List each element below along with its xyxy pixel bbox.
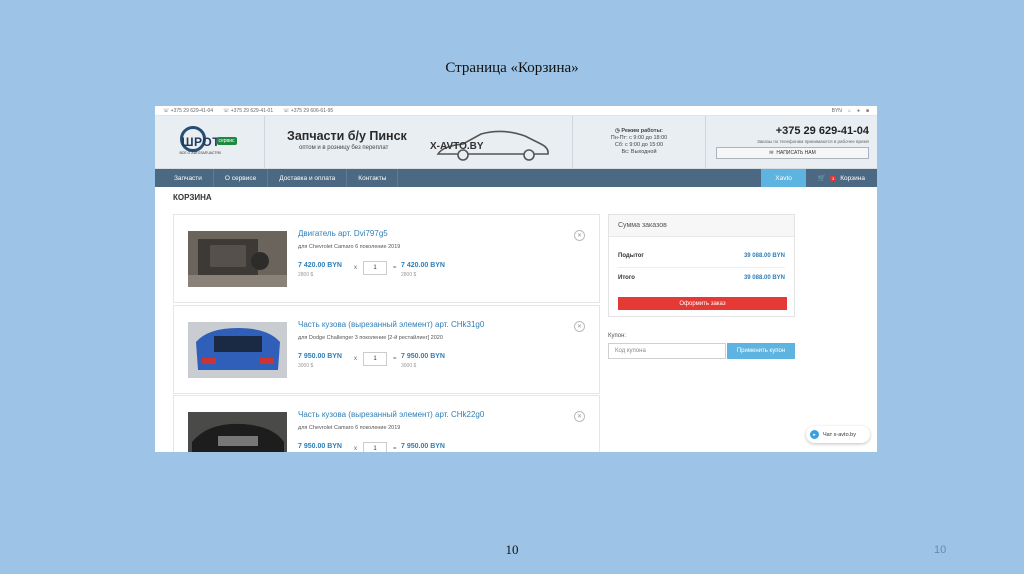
equals-sign: = (393, 446, 397, 452)
header-banner: Запчасти б/у Пинск оптом и в розницу без… (265, 116, 573, 168)
phone-icon: ☏ (223, 107, 231, 114)
item-name-link[interactable]: Часть кузова (вырезанный элемент) арт. C… (298, 410, 484, 419)
header-contact: +375 29 629-41-04 Заказы по телефонам пр… (706, 116, 877, 168)
item-price: 7 950.00 BYN (298, 443, 342, 450)
banner-subtitle: оптом и в розницу без переплат (299, 145, 389, 151)
cart-item: Часть кузова (вырезанный элемент) арт. C… (173, 395, 600, 452)
quantity-input[interactable]: 1 (363, 261, 387, 275)
phone-link-3[interactable]: ☏ +375 29 606-61-95 (283, 108, 333, 114)
logo-badge: сервис (216, 137, 237, 145)
coupon-label: Купон: (608, 333, 627, 339)
cart-icon: 🛒 (817, 175, 826, 182)
coupon-input[interactable]: Код купона (608, 343, 726, 359)
item-total-usd: 3000 $ (401, 363, 417, 369)
phone-icon: ☏ (283, 107, 291, 114)
nav-cart-button[interactable]: 🛒 3 Корзина (806, 169, 877, 187)
subtotal-value: 39 088.00 BYN (743, 253, 785, 259)
chat-widget-button[interactable]: ▸ Чат x-avto.by (806, 426, 870, 443)
cart-label: Корзина (840, 174, 865, 182)
equals-sign: = (393, 265, 397, 271)
hours-line: Пн-Пт: с 9:00 до 18:00 (610, 135, 668, 141)
slide-number: 10 (505, 542, 519, 557)
checkout-button[interactable]: Оформить заказ (618, 297, 787, 310)
equals-sign: = (393, 356, 397, 362)
phone-link-1[interactable]: ☏ +375 29 629-41-04 (163, 108, 213, 114)
chat-label: Чат x-avto.by (823, 431, 856, 438)
remove-item-icon[interactable]: ✕ (574, 411, 585, 422)
multiply-sign: x (354, 265, 357, 271)
working-hours: ◷ Режим работы: Пн-Пт: с 9:00 до 18:00 С… (573, 116, 706, 168)
top-contact-bar: ☏ +375 29 629-41-04 ☏ +375 29 629-41-01 … (155, 106, 877, 116)
logo-subtitle: ВСЕ О АВТОЗАПЧАСТЯХ (179, 151, 222, 155)
main-nav: Запчасти О сервисе Доставка и оплата Кон… (155, 169, 877, 187)
total-label: Итого (618, 275, 635, 281)
phone-icon: ☏ (163, 107, 171, 114)
item-price: 7 420.00 BYN (298, 262, 342, 269)
apply-coupon-button[interactable]: Применить купон (727, 343, 795, 359)
logo-link[interactable]: ШРОТ сервис ВСЕ О АВТОЗАПЧАСТЯХ (155, 116, 265, 168)
remove-item-icon[interactable]: ✕ (574, 321, 585, 332)
header-phone[interactable]: +375 29 629-41-04 (776, 125, 869, 137)
subtotal-label: Подытог (618, 253, 644, 259)
item-price: 7 950.00 BYN (298, 353, 342, 360)
summary-divider (618, 267, 785, 268)
hours-title: ◷ Режим работы: (615, 128, 663, 134)
nav-item-parts[interactable]: Запчасти (163, 169, 214, 187)
nav-xavto-button[interactable]: Xavto (761, 169, 806, 187)
subtotal-row: Подытог 39 088.00 BYN (618, 253, 785, 259)
banner-brand: X-AVTO.BY (430, 141, 484, 152)
site-header: ШРОТ сервис ВСЕ О АВТОЗАПЧАСТЯХ Запчасти… (155, 116, 877, 169)
user-icon[interactable]: ● (857, 108, 860, 114)
item-name-link[interactable]: Двигатель арт. Dvi797g5 (298, 229, 388, 238)
cart-item: Часть кузова (вырезанный элемент) арт. C… (173, 305, 600, 394)
item-total: 7 420.00 BYN (401, 262, 445, 269)
item-total: 7 950.00 BYN (401, 353, 445, 360)
envelope-icon: ✉ (769, 150, 774, 156)
nav-item-delivery[interactable]: Доставка и оплата (268, 169, 348, 187)
chat-icon: ▸ (810, 430, 819, 439)
item-compat: для Chevrolet Camaro 6 поколение 2019 (298, 244, 401, 250)
summary-title: Сумма заказов (609, 215, 794, 237)
write-us-button[interactable]: ✉ НАПИСАТЬ НАМ (716, 147, 869, 159)
quantity-input[interactable]: 1 (363, 442, 387, 452)
total-value: 39 088.00 BYN (743, 275, 785, 281)
item-name-link[interactable]: Часть кузова (вырезанный элемент) арт. C… (298, 320, 484, 329)
website-screenshot: ☏ +375 29 629-41-04 ☏ +375 29 629-41-01 … (155, 106, 877, 452)
cart-item: Двигатель арт. Dvi797g5 для Chevrolet Ca… (173, 214, 600, 303)
banner-title: Запчасти б/у Пинск (287, 129, 407, 143)
item-compat: для Dodge Challenger 3 поколение [2-й ре… (298, 335, 443, 341)
slide-number-corner: 10 (934, 544, 947, 556)
multiply-sign: x (354, 356, 357, 362)
phone-link-2[interactable]: ☏ +375 29 629-41-01 (223, 108, 273, 114)
hours-line: Вс: Выходной (621, 149, 657, 155)
remove-item-icon[interactable]: ✕ (574, 230, 585, 241)
cart-count-badge: 3 (830, 175, 837, 181)
engine-photo (188, 231, 287, 287)
page-heading: КОРЗИНА (173, 193, 212, 202)
nav-item-about[interactable]: О сервисе (214, 169, 269, 187)
nav-item-contacts[interactable]: Контакты (347, 169, 399, 187)
logo-wordmark: ШРОТ (181, 135, 221, 149)
item-price-usd: 3000 $ (298, 363, 314, 369)
multiply-sign: x (354, 446, 357, 452)
item-total-usd: 2800 $ (401, 272, 417, 278)
logo: ШРОТ сервис ВСЕ О АВТОЗАПЧАСТЯХ (170, 124, 250, 160)
body-part-photo (188, 412, 287, 452)
body-part-photo (188, 322, 287, 378)
cart-small-icon[interactable]: ■ (866, 108, 869, 114)
slide-title: Страница «Корзина» (445, 60, 579, 76)
total-row: Итого 39 088.00 BYN (618, 275, 785, 281)
item-price-usd: 2800 $ (298, 272, 314, 278)
order-summary: Сумма заказов Подытог 39 088.00 BYN Итог… (608, 214, 795, 317)
hours-line: Сб: с 9:00 до 15:00 (614, 142, 664, 148)
item-total: 7 950.00 BYN (401, 443, 445, 450)
phone-note: Заказы по телефонам принимаются в рабоче… (757, 139, 869, 144)
home-icon[interactable]: ⌂ (848, 108, 851, 114)
quantity-input[interactable]: 1 (363, 352, 387, 366)
item-compat: для Chevrolet Camaro 6 поколение 2019 (298, 425, 401, 431)
currency-select[interactable]: BYN (832, 108, 842, 114)
